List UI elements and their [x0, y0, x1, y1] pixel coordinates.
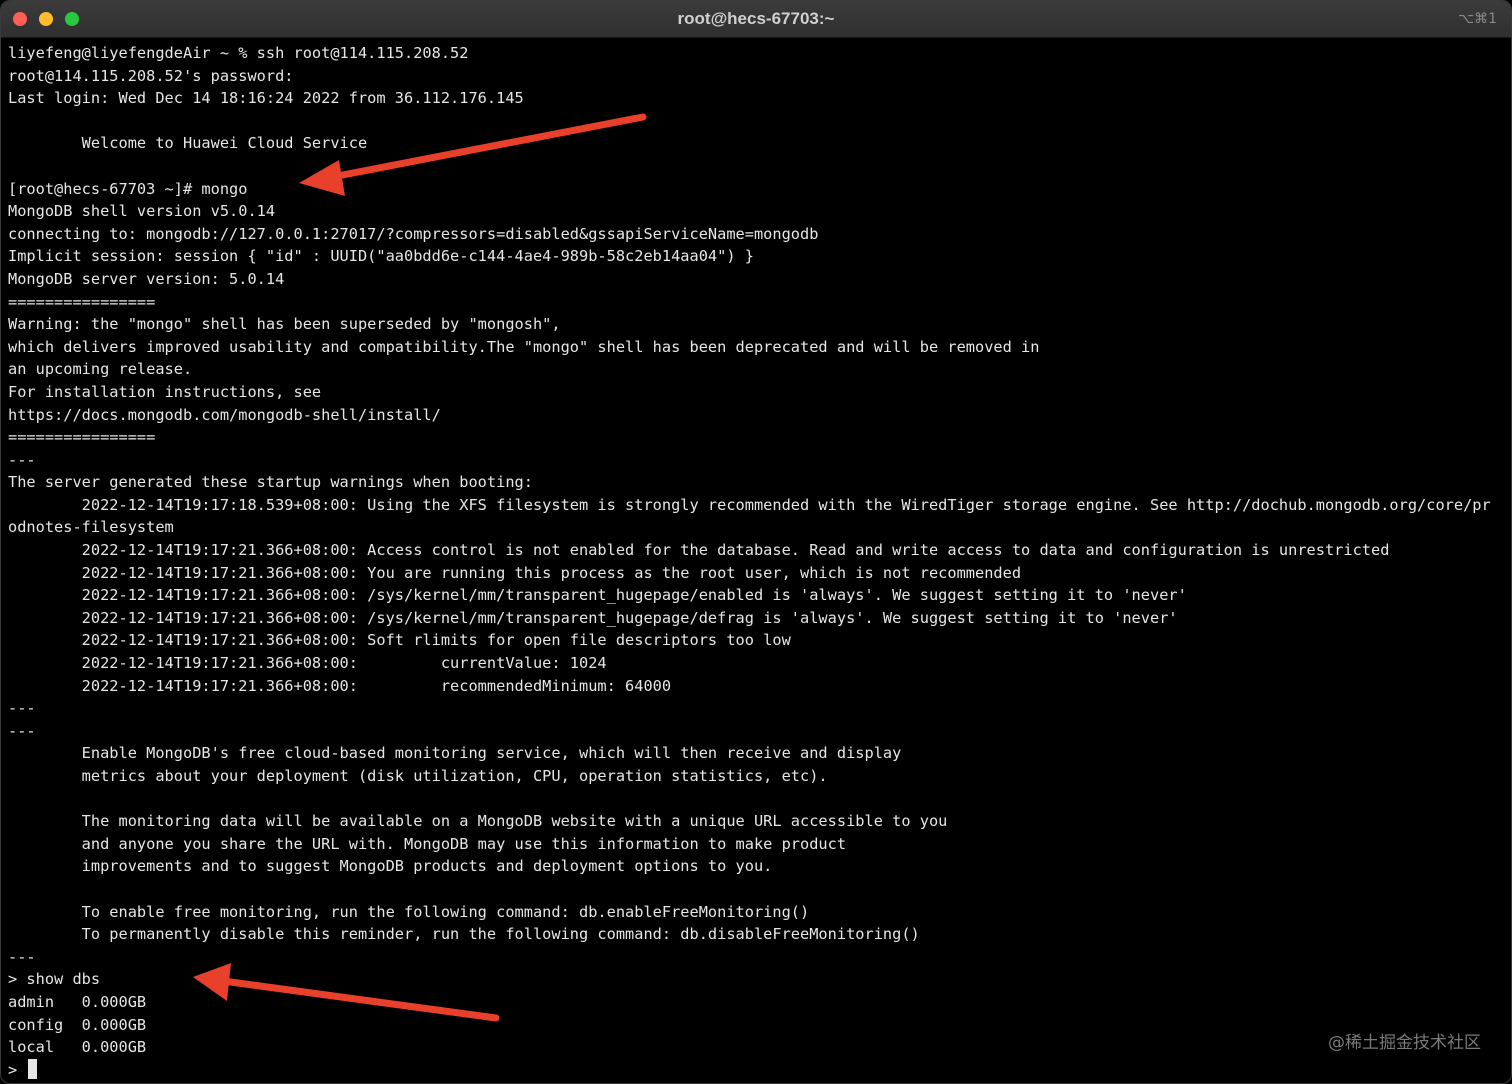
terminal-line: ================ [8, 428, 156, 447]
terminal-line: 2022-12-14T19:17:21.366+08:00: recommend… [8, 676, 672, 695]
terminal-line: 2022-12-14T19:17:21.366+08:00: currentVa… [8, 654, 607, 673]
terminal-line: Welcome to Huawei Cloud Service [8, 134, 368, 153]
terminal-line: improvements and to suggest MongoDB prod… [8, 857, 773, 876]
terminal-line: ================ [8, 292, 156, 311]
terminal-line: --- [8, 947, 36, 966]
terminal-line: 2022-12-14T19:17:21.366+08:00: Access co… [8, 541, 1390, 560]
terminal-line: MongoDB server version: 5.0.14 [8, 269, 285, 288]
terminal-line: admin 0.000GB [8, 992, 147, 1011]
terminal-line: liyefeng@liyefengdeAir ~ % ssh root@114.… [8, 44, 469, 62]
terminal-line: --- [8, 721, 36, 740]
terminal-line: --- [8, 450, 36, 469]
terminal-line: config 0.000GB [8, 1015, 147, 1034]
shell-prompt: > [8, 1060, 27, 1079]
terminal-line: MongoDB shell version v5.0.14 [8, 202, 276, 221]
terminal-line: Implicit session: session { "id" : UUID(… [8, 247, 754, 266]
terminal-line: 2022-12-14T19:17:21.366+08:00: /sys/kern… [8, 608, 1178, 627]
terminal-line: connecting to: mongodb://127.0.0.1:27017… [8, 224, 819, 243]
terminal-line: > show dbs [8, 970, 101, 989]
terminal-line: odnotes-filesystem [8, 518, 174, 537]
window-shortcut: ⌥⌘1 [1457, 11, 1497, 27]
terminal-line: 2022-12-14T19:17:18.539+08:00: Using the… [8, 495, 1491, 514]
terminal-line: which delivers improved usability and co… [8, 337, 1040, 356]
terminal-line: The server generated these startup warni… [8, 473, 533, 492]
window-title: root@hecs-67703:~ [677, 9, 835, 28]
terminal-line: For installation instructions, see [8, 382, 322, 401]
terminal-line: https://docs.mongodb.com/mongodb-shell/i… [8, 405, 441, 424]
terminal-line: The monitoring data will be available on… [8, 812, 948, 831]
terminal-line: Last login: Wed Dec 14 18:16:24 2022 fro… [8, 89, 524, 108]
terminal-line: 2022-12-14T19:17:21.366+08:00: /sys/kern… [8, 586, 1187, 605]
terminal-output[interactable]: liyefeng@liyefengdeAir ~ % ssh root@114.… [8, 42, 1511, 1083]
terminal-line: 2022-12-14T19:17:21.366+08:00: Soft rlim… [8, 631, 791, 650]
terminal-line: Enable MongoDB's free cloud-based monito… [8, 744, 902, 763]
terminal-line: metrics about your deployment (disk util… [8, 767, 828, 785]
terminal-line: Warning: the "mongo" shell has been supe… [8, 315, 561, 334]
terminal-line: To enable free monitoring, run the follo… [8, 902, 810, 921]
terminal-line: [root@hecs-67703 ~]# mongo [8, 179, 248, 198]
terminal-line: 2022-12-14T19:17:21.366+08:00: You are r… [8, 563, 1022, 582]
terminal-line: To permanently disable this reminder, ru… [8, 925, 920, 944]
terminal-line: an upcoming release. [8, 360, 193, 379]
terminal-line: root@114.115.208.52's password: [8, 66, 294, 85]
title-bar[interactable]: root@hecs-67703:~ ⌥⌘1 [1, 1, 1511, 38]
terminal-line: --- [8, 699, 36, 718]
terminal-line: and anyone you share the URL with. Mongo… [8, 834, 847, 853]
terminal-prompt-line[interactable]: > [8, 1058, 1511, 1082]
text-cursor [28, 1058, 38, 1079]
terminal-line: local 0.000GB [8, 1038, 147, 1057]
terminal-window: root@hecs-67703:~ ⌥⌘1 liyefeng@liyefengd… [0, 0, 1512, 1084]
watermark: @稀土掘金技术社区 [1328, 1033, 1481, 1053]
